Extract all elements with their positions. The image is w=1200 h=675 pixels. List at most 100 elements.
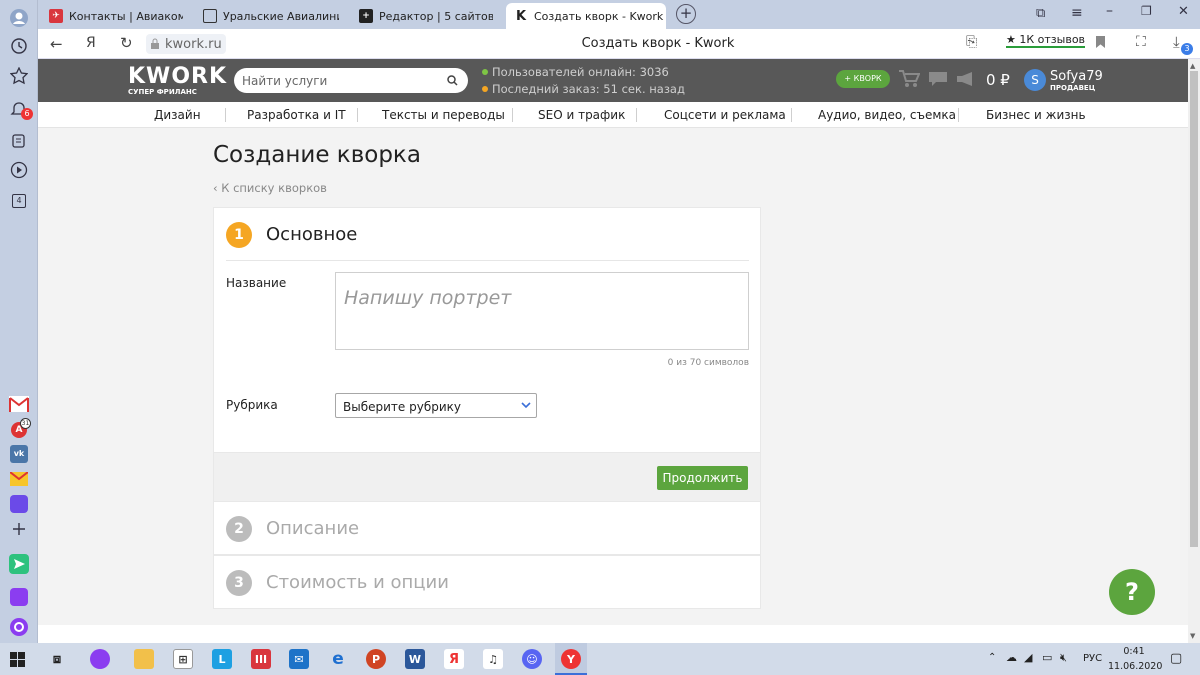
kwork-icon: K xyxy=(515,8,527,24)
mail-icon[interactable]: ✉ xyxy=(289,649,309,669)
tray-chevron-icon[interactable]: ⌃ xyxy=(988,652,996,663)
collections-icon[interactable] xyxy=(7,128,31,152)
category-texts[interactable]: Тексты и переводы xyxy=(382,102,505,128)
category-it[interactable]: Разработка и IT xyxy=(247,102,346,128)
l-app-icon[interactable]: L xyxy=(212,649,232,669)
search-input[interactable]: Найти услуги xyxy=(242,74,327,88)
windows-start-icon[interactable] xyxy=(10,652,25,667)
bookmark-icon[interactable] xyxy=(1096,36,1105,48)
continue-button[interactable]: Продолжить xyxy=(657,466,748,490)
discord-icon[interactable]: ☺ xyxy=(522,649,542,669)
category-seo[interactable]: SEO и трафик xyxy=(538,102,625,128)
avatar[interactable]: S xyxy=(1024,69,1046,91)
yandex-taskbar-icon[interactable]: Я xyxy=(444,649,464,669)
minimize-icon[interactable]: – xyxy=(1106,3,1113,19)
tab-label: Контакты | Авиакомпания xyxy=(69,9,183,23)
battery-icon[interactable]: ▭ xyxy=(1042,651,1052,664)
profile-icon[interactable] xyxy=(7,6,31,30)
search-icon[interactable] xyxy=(447,75,458,86)
red-app-icon[interactable]: III xyxy=(251,649,271,669)
tab-contacts[interactable]: ✈ Контакты | Авиакомпания xyxy=(41,3,191,29)
step2-card[interactable]: 2 Описание xyxy=(213,501,761,555)
plus-box-icon: + xyxy=(359,9,373,23)
search-box[interactable]: Найти услуги xyxy=(234,68,468,93)
alice-taskbar-icon[interactable] xyxy=(90,649,110,669)
add-panel-icon[interactable] xyxy=(7,517,31,541)
name-field[interactable]: Напишу портрет xyxy=(335,272,749,350)
balance[interactable]: 0 ₽ xyxy=(986,71,1010,89)
counter-box-icon[interactable]: 4 xyxy=(7,189,31,213)
page-title: Создание кворка xyxy=(213,142,421,168)
scroll-up-icon[interactable]: ▲ xyxy=(1190,62,1195,70)
category-design[interactable]: Дизайн xyxy=(154,102,201,128)
vk-icon[interactable]: vk xyxy=(7,442,31,466)
clock-time[interactable]: 0:41 xyxy=(1110,646,1158,657)
tab-label: Уральские Авиалинии, вс xyxy=(223,9,339,23)
volume-muted-icon[interactable]: 🔇︎ xyxy=(1060,651,1067,665)
kwork-logo[interactable]: KWORK xyxy=(128,64,227,89)
music-icon[interactable]: ♫ xyxy=(483,649,503,669)
add-kwork-button[interactable]: + КВОРК xyxy=(836,70,890,88)
extensions-icon[interactable]: ⛶ xyxy=(1136,34,1146,50)
close-window-icon[interactable]: ✕ xyxy=(1178,4,1189,19)
network-icon[interactable]: ◢ xyxy=(1024,651,1032,664)
name-placeholder: Напишу портрет xyxy=(344,287,512,309)
divider xyxy=(226,260,749,261)
site-info-button[interactable]: kwork.ru xyxy=(146,34,226,54)
tab-create-kwork[interactable]: K Создать кворк - Kwork ✕ xyxy=(506,3,666,29)
alice-icon[interactable] xyxy=(7,615,31,639)
tab-ural-airlines[interactable]: Уральские Авиалинии, вс xyxy=(195,3,347,29)
edge-icon[interactable]: e xyxy=(328,649,348,669)
bookmarks-star-icon[interactable] xyxy=(7,64,31,88)
send-app-icon[interactable] xyxy=(7,552,31,576)
megaphone-icon[interactable] xyxy=(956,71,978,87)
back-to-list-link[interactable]: ‹ К списку кворков xyxy=(213,181,327,195)
scrollbar[interactable]: ▲ ▼ xyxy=(1188,59,1200,643)
step3-card[interactable]: 3 Стоимость и опции xyxy=(213,555,761,609)
letter-a-badge: 31 xyxy=(20,418,31,429)
explorer-icon[interactable] xyxy=(134,649,154,669)
category-business[interactable]: Бизнес и жизнь xyxy=(986,102,1086,128)
history-icon[interactable] xyxy=(7,34,31,58)
language-indicator[interactable]: РУС xyxy=(1083,653,1102,664)
notifications-bell-icon[interactable]: 6 xyxy=(7,98,33,122)
scroll-down-icon[interactable]: ▼ xyxy=(1190,632,1195,640)
cloud-icon[interactable]: ☁ xyxy=(1006,651,1017,664)
online-users: Пользователей онлайн: 3036 xyxy=(492,65,669,79)
task-view-icon[interactable]: ⧈ xyxy=(47,649,67,669)
online-dot-icon xyxy=(482,69,488,75)
tab-manager-icon[interactable]: ⧉ xyxy=(1036,6,1045,21)
yandex-browser-active-button[interactable]: Y xyxy=(555,643,587,675)
downloads-icon[interactable]: ⤓ xyxy=(1173,33,1180,51)
menu-icon[interactable]: ≡ xyxy=(1071,5,1083,21)
purple-app-icon[interactable] xyxy=(7,585,31,609)
help-button[interactable]: ? xyxy=(1109,569,1155,615)
url-text[interactable]: kwork.ru xyxy=(165,37,222,52)
back-icon[interactable]: ← xyxy=(50,35,63,53)
word-icon[interactable]: W xyxy=(405,649,425,669)
user-name[interactable]: Sofya79 xyxy=(1050,69,1103,84)
yandex-mail-icon[interactable] xyxy=(7,467,31,491)
reload-icon[interactable]: ↻ xyxy=(120,34,133,52)
restore-icon[interactable]: ❐ xyxy=(1141,4,1152,18)
name-label: Название xyxy=(226,276,287,290)
category-social[interactable]: Соцсети и реклама xyxy=(664,102,786,128)
store-icon[interactable]: ⊞ xyxy=(173,649,193,669)
cart-icon[interactable] xyxy=(898,69,920,89)
letter-a-app-icon[interactable]: A 31 xyxy=(7,418,31,442)
messenger-app-icon[interactable] xyxy=(7,492,31,516)
messages-icon[interactable] xyxy=(928,71,948,87)
clock-date[interactable]: 11.06.2020 xyxy=(1108,661,1162,672)
new-tab-icon[interactable]: + xyxy=(676,4,696,24)
video-play-icon[interactable] xyxy=(7,158,31,182)
tab-editor[interactable]: + Редактор | 5 сайтов, для з xyxy=(351,3,501,29)
powerpoint-icon[interactable]: P xyxy=(366,649,386,669)
scroll-thumb[interactable] xyxy=(1190,71,1198,547)
rubric-select[interactable]: Выберите рубрику xyxy=(335,393,537,418)
translate-icon[interactable]: ⎘ xyxy=(966,34,977,50)
reviews-button[interactable]: ★ 1К отзывов xyxy=(1006,33,1086,48)
gmail-icon[interactable] xyxy=(7,392,31,416)
category-audio-video[interactable]: Аудио, видео, съемка xyxy=(818,102,956,128)
action-center-icon[interactable]: ▢ xyxy=(1170,651,1182,666)
yandex-home-icon[interactable]: Я xyxy=(86,35,96,51)
